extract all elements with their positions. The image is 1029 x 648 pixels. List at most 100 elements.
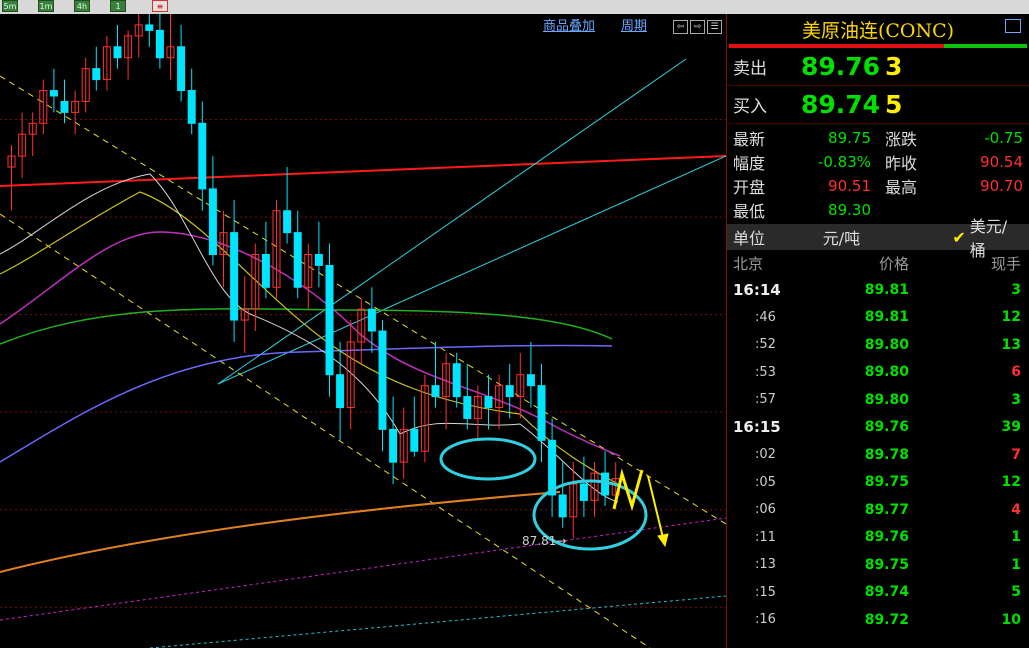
candle-body [261,253,270,288]
stat-key: 昨收 [885,154,918,173]
sell-label: 卖出 [733,59,767,79]
chart-period-icon[interactable]: 1m [38,0,54,12]
tick-price: 89.75 [864,556,909,573]
stat-value: -0.75 [984,129,1023,147]
candle-body [463,396,472,419]
tick-price: 89.74 [864,584,909,601]
candle-body [230,232,239,321]
tick-time: :11 [755,529,776,545]
chart-nav: ⇦ ⇨ ☰ [673,20,722,34]
tick-price: 89.75 [864,474,909,491]
candle-body [187,90,196,124]
candle-body [367,308,376,332]
tick-time: :46 [755,309,776,325]
kline-canvas[interactable] [0,14,726,648]
overlay-link[interactable]: 商品叠加 [543,19,595,35]
candle-body [579,483,588,501]
scroll-left-icon[interactable]: ⇦ [673,20,688,34]
buy-label: 买入 [733,97,767,117]
sell-ratio [729,44,944,48]
tick-time: :13 [755,557,776,573]
tick-volume: 4 [1011,501,1021,518]
candle-body [208,188,217,255]
stat-key: 开盘 [733,178,766,197]
candle-body [155,29,164,59]
sell-price: 89.76 [801,52,881,81]
tick-volume: 6 [1011,364,1021,381]
tick-price: 89.81 [864,281,909,298]
tick-row[interactable]: 16:15 89.76 39 [727,414,1029,442]
tick-row[interactable]: :57 89.80 3 [727,386,1029,414]
tick-row[interactable]: :52 89.80 13 [727,331,1029,359]
chart-period-icon[interactable]: 5m [2,0,18,12]
buy-ratio [943,44,1027,48]
tick-time: :02 [755,447,776,463]
tick-price: 89.72 [864,611,909,628]
unit-row: 单位 元/吨 ✔ 美元/桶 [727,217,1029,260]
tick-row[interactable]: :06 89.77 4 [727,496,1029,524]
stat-value: 90.70 [980,177,1023,195]
candle-body [177,46,186,92]
tick-time: :53 [755,364,776,380]
col-price: 价格 [878,254,909,273]
tick-time: :52 [755,337,776,353]
chart-toolbar: 商品叠加 周期 ⇦ ⇨ ☰ [543,18,722,36]
kline-chart[interactable]: 商品叠加 周期 ⇦ ⇨ ☰ 87.81→ [0,14,726,648]
unit-cny-option[interactable]: 元/吨 [823,225,913,249]
support-line [0,517,726,621]
tick-list[interactable]: 16:14 89.81 3:46 89.81 12:52 89.80 13:53 89.80 6… [727,276,1029,634]
chart-period-icon[interactable]: 4h [74,0,90,12]
draw-tool-icon[interactable]: ≡ [152,0,168,12]
checkmark-icon: ✔ [952,227,966,247]
tick-row[interactable]: :15 89.74 5 [727,579,1029,607]
candle-body [198,122,207,190]
bid-ask-ratio-bar [729,44,1027,48]
quote-panel: 美原油连(CONC) 卖出 89.76 3 买入 89.74 5 最新 89.75… [726,14,1029,648]
chart-period-icon[interactable]: 1 [110,0,126,12]
instrument-title: 美原油连(CONC) [801,19,955,42]
candle-body [314,253,323,266]
ma-line [0,173,619,503]
tick-row[interactable]: :11 89.76 1 [727,524,1029,552]
stat-key: 最高 [885,178,918,197]
tick-row[interactable]: :05 89.75 12 [727,469,1029,497]
sell-row: 卖出 89.76 3 [727,48,1029,86]
tick-volume: 5 [1011,584,1021,601]
buy-row: 买入 89.74 5 [727,86,1029,124]
tick-row[interactable]: 16:14 89.81 3 [727,276,1029,304]
forecast-arrow [612,468,644,512]
stat-key: 最低 [733,202,766,221]
tick-row[interactable]: :02 89.78 7 [727,441,1029,469]
tick-volume: 3 [1011,281,1021,298]
tick-row[interactable]: :16 89.72 10 [727,606,1029,634]
stat-value: 89.30 [828,201,871,219]
ma-line [0,231,621,457]
resistance-line [0,155,726,187]
buy-price: 89.74 [801,90,881,119]
tick-row[interactable]: :13 89.75 1 [727,551,1029,579]
quote-stats: 最新 89.75 涨跌 -0.75 幅度 -0.83% 昨收 90.54 开盘 90.51 最高 90… [727,124,1029,222]
tick-volume: 12 [1001,309,1021,326]
tick-time: :05 [755,474,776,490]
stat-key: 涨跌 [885,130,918,149]
stat-value: -0.83% [817,153,871,171]
tick-row[interactable]: :53 89.80 6 [727,359,1029,387]
tick-volume: 1 [1011,529,1021,546]
tick-row[interactable]: :46 89.81 12 [727,304,1029,332]
candle-body [537,385,546,441]
candle-body [113,46,122,59]
scroll-right-icon[interactable]: ⇨ [690,20,705,34]
downtrend-line [0,75,726,525]
layout-icon[interactable]: ☰ [707,20,722,34]
tick-time: 16:15 [733,418,781,437]
period-link[interactable]: 周期 [621,19,647,35]
tick-volume: 39 [1001,419,1021,436]
unit-label: 单位 [733,229,766,248]
tick-price: 89.80 [864,364,909,381]
candle-body [60,100,69,113]
tick-time: :06 [755,502,776,518]
candle-body [526,374,535,387]
tick-price: 89.78 [864,446,909,463]
window-toggle-icon[interactable] [1005,19,1021,33]
tick-price: 89.76 [864,529,909,546]
